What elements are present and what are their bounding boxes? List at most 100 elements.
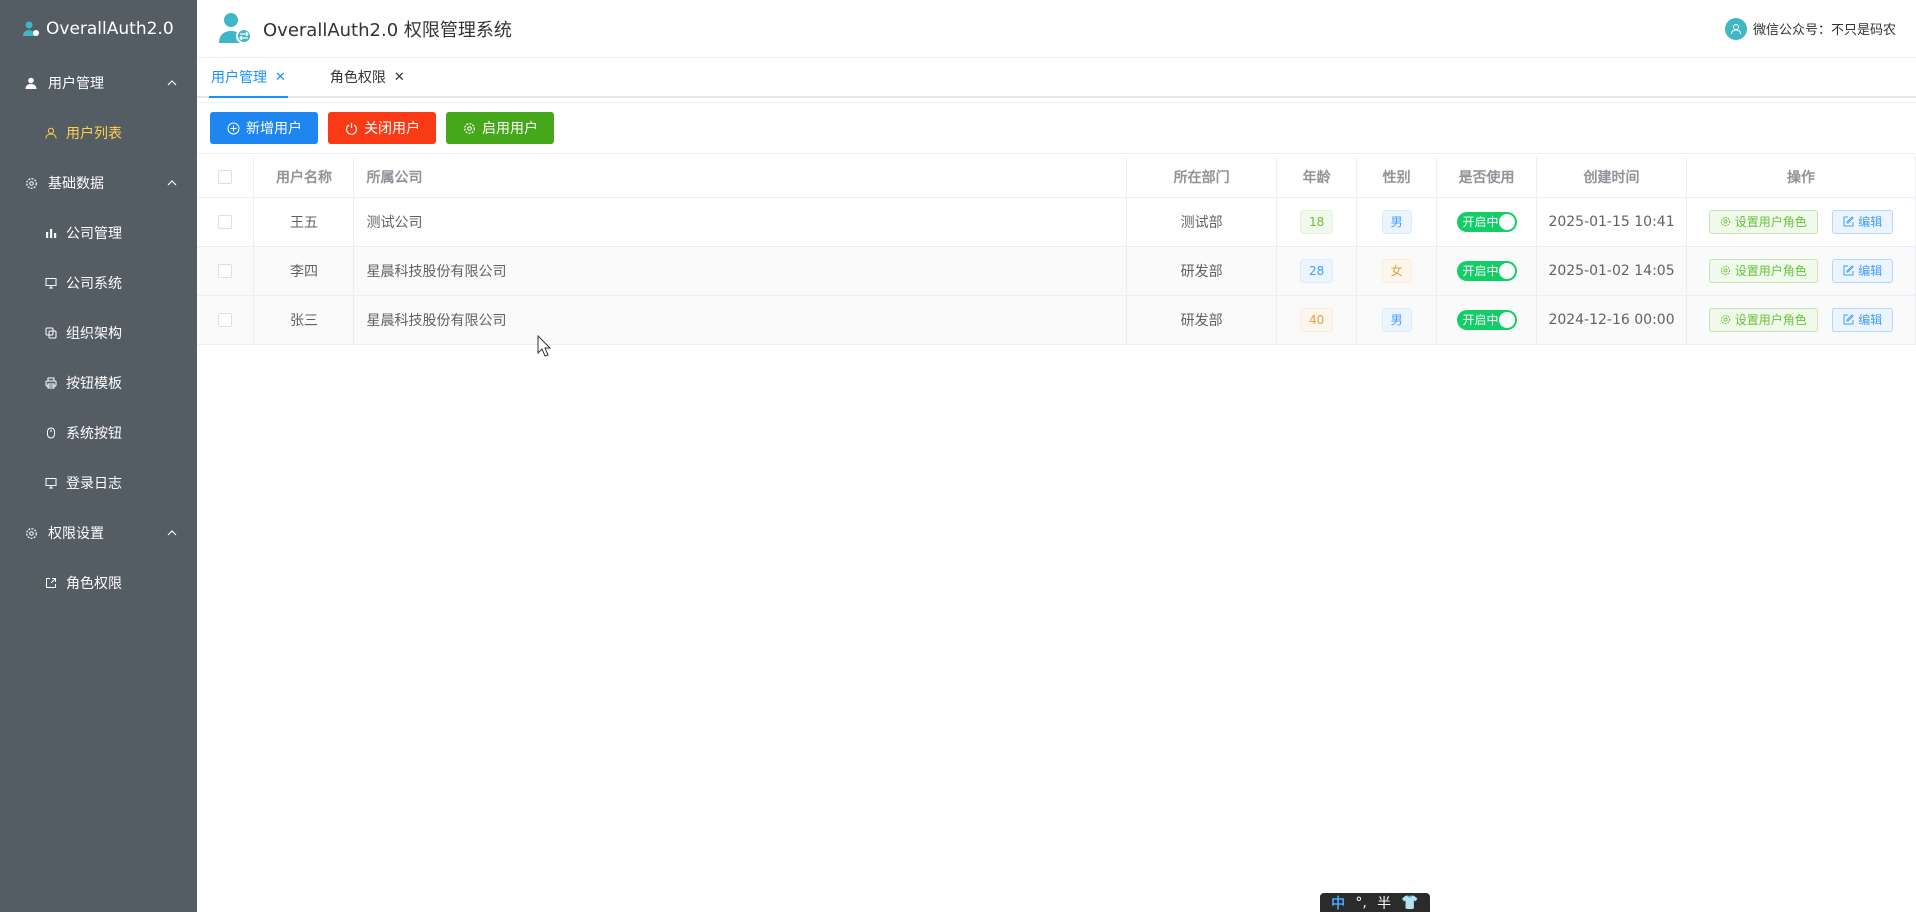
user-icon (24, 76, 38, 90)
button-label: 关闭用户 (364, 121, 420, 137)
chevron-up-icon (167, 528, 177, 538)
sidebar-item-company-system[interactable]: 公司系统 (0, 258, 197, 308)
status-toggle-label: 开启中 (1462, 215, 1499, 229)
sidebar-item-role-permission[interactable]: 角色权限 (0, 558, 197, 608)
bar-chart-icon (44, 226, 58, 240)
plus-circle-icon (226, 121, 240, 135)
toolbar: 新增用户 关闭用户 启用用户 (197, 102, 1916, 154)
menu-title-label: 权限设置 (48, 526, 104, 542)
gear-icon (24, 526, 38, 540)
status-toggle-label: 开启中 (1462, 313, 1499, 327)
table-row[interactable]: 王五 测试公司 测试部 18 男 开启中 2025-01-15 10:41 设置… (197, 197, 1916, 247)
printer-icon (44, 376, 58, 390)
column-header: 性别 (1356, 157, 1438, 198)
edit-button[interactable]: 编辑 (1832, 209, 1894, 234)
user-table: 用户名称 所属公司 所在部门 年龄 性别 是否使用 创建时间 操作 王五 测试公… (197, 157, 1916, 345)
status-toggle[interactable]: 开启中 (1456, 260, 1517, 281)
gear-icon (24, 176, 38, 190)
monitor-icon (44, 476, 58, 490)
button-label: 编辑 (1858, 215, 1883, 229)
mouse-cursor-icon (537, 334, 552, 357)
status-toggle[interactable]: 开启中 (1456, 211, 1517, 232)
cell-created: 2025-01-02 14:05 (1536, 246, 1687, 296)
header: OverallAuth2.0 权限管理系统 微信公众号：不只是码农 (197, 0, 1916, 58)
edit-icon (1843, 216, 1854, 227)
close-icon[interactable]: ✕ (275, 70, 286, 85)
tab-user-management[interactable]: 用户管理 ✕ (209, 58, 288, 98)
cell-dept: 测试部 (1126, 197, 1278, 247)
mouse-icon (44, 426, 58, 440)
select-all-checkbox[interactable] (218, 169, 233, 184)
button-label: 设置用户角色 (1734, 215, 1807, 229)
sidebar-item-org-structure[interactable]: 组织架构 (0, 308, 197, 358)
toggle-knob (1498, 213, 1515, 230)
ime-width[interactable]: 半 (1377, 893, 1391, 912)
add-user-button[interactable]: 新增用户 (210, 112, 318, 144)
edit-button[interactable]: 编辑 (1832, 258, 1894, 283)
sidebar-item-login-log[interactable]: 登录日志 (0, 458, 197, 508)
brand-name: OverallAuth2.0 (46, 19, 174, 39)
menu-title-label: 用户管理 (48, 76, 104, 92)
cell-dept: 研发部 (1126, 295, 1278, 345)
cell-created: 2024-12-16 00:00 (1536, 295, 1687, 345)
sidebar-item-label: 组织架构 (66, 326, 122, 342)
menu-group-permissions: 权限设置 角色权限 (0, 508, 197, 608)
sidebar-item-user-list[interactable]: 用户列表 (0, 108, 197, 158)
table-row[interactable]: 李四 星晨科技股份有限公司 研发部 28 女 开启中 2025-01-02 14… (197, 246, 1916, 296)
user-outline-icon (44, 126, 58, 140)
ime-skin-icon[interactable]: 👕 (1401, 895, 1418, 911)
column-header: 是否使用 (1436, 157, 1538, 198)
row-checkbox[interactable] (218, 214, 233, 229)
edit-icon (1843, 314, 1854, 325)
sidebar-item-system-button[interactable]: 系统按钮 (0, 408, 197, 458)
cell-name: 李四 (253, 246, 355, 296)
table-row[interactable]: 张三 星晨科技股份有限公司 研发部 40 男 开启中 2024-12-16 00… (197, 295, 1916, 345)
ime-lang[interactable]: 中 (1331, 893, 1345, 912)
brand[interactable]: OverallAuth2.0 (0, 0, 197, 58)
toggle-knob (1498, 262, 1515, 279)
ime-toolbar[interactable]: 中 °, 半 👕 (1320, 893, 1430, 912)
ime-punct[interactable]: °, (1355, 895, 1366, 911)
sidebar-item-company-management[interactable]: 公司管理 (0, 208, 197, 258)
sidebar-item-label: 公司系统 (66, 276, 122, 292)
menu-title-user-management[interactable]: 用户管理 (0, 58, 197, 108)
power-icon (344, 121, 358, 135)
column-header: 用户名称 (253, 157, 355, 198)
gender-tag: 男 (1381, 307, 1412, 332)
set-user-role-button[interactable]: 设置用户角色 (1708, 258, 1818, 283)
cell-company: 测试公司 (353, 197, 1128, 247)
button-label: 启用用户 (482, 121, 538, 137)
button-label: 新增用户 (246, 121, 302, 137)
close-icon[interactable]: ✕ (394, 70, 405, 85)
status-toggle[interactable]: 开启中 (1456, 309, 1517, 330)
edit-icon (1843, 265, 1854, 276)
edit-button[interactable]: 编辑 (1832, 307, 1894, 332)
row-checkbox[interactable] (218, 312, 233, 327)
age-tag: 18 (1299, 209, 1334, 234)
header-user[interactable]: 微信公众号：不只是码农 (1724, 17, 1896, 40)
column-header: 所属公司 (353, 157, 1128, 198)
close-user-button[interactable]: 关闭用户 (328, 112, 436, 144)
export-icon (44, 576, 58, 590)
sidebar-item-label: 公司管理 (66, 226, 122, 242)
enable-user-button[interactable]: 启用用户 (446, 112, 554, 144)
tab-label: 用户管理 (211, 70, 267, 86)
tab-role-permission[interactable]: 角色权限 ✕ (328, 58, 407, 96)
sidebar-item-button-template[interactable]: 按钮模板 (0, 358, 197, 408)
set-user-role-button[interactable]: 设置用户角色 (1708, 209, 1818, 234)
button-label: 设置用户角色 (1734, 264, 1807, 278)
sidebar-item-label: 用户列表 (66, 126, 122, 142)
column-header: 操作 (1686, 157, 1916, 198)
menu-group-basic-data: 基础数据 公司管理 公司系统 组织架构 按钮模板 系统按钮 登录日志 (0, 158, 197, 508)
column-header: 年龄 (1276, 157, 1358, 198)
row-checkbox[interactable] (218, 263, 233, 278)
sidebar-item-label: 按钮模板 (66, 376, 122, 392)
menu-title-permission-settings[interactable]: 权限设置 (0, 508, 197, 558)
menu-title-basic-data[interactable]: 基础数据 (0, 158, 197, 208)
set-user-role-button[interactable]: 设置用户角色 (1708, 307, 1818, 332)
cell-dept: 研发部 (1126, 246, 1278, 296)
toggle-knob (1498, 311, 1515, 328)
sidebar: OverallAuth2.0 用户管理 用户列表 基础数据 公司管理 公司系统 … (0, 0, 197, 912)
menu-title-label: 基础数据 (48, 176, 104, 192)
button-label: 编辑 (1858, 313, 1883, 327)
